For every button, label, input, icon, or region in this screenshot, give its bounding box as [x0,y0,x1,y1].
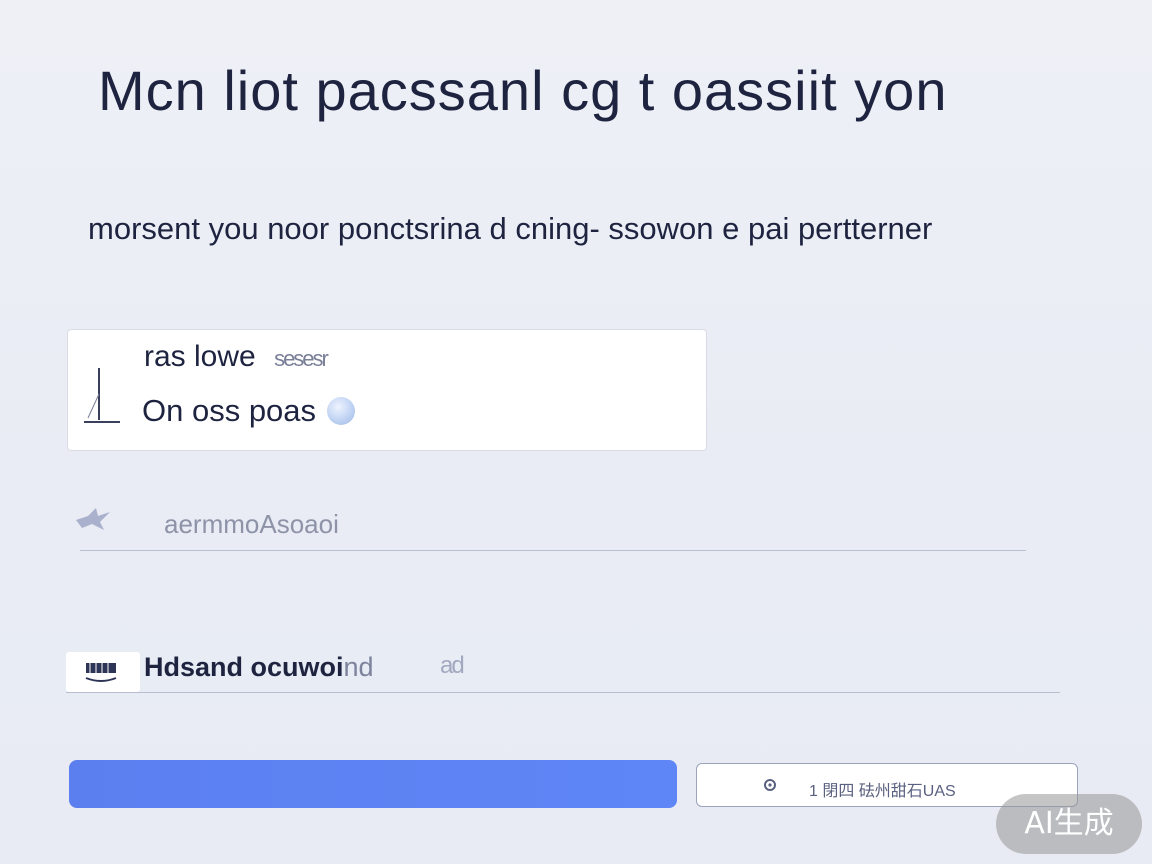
primary-action-button[interactable] [69,760,677,808]
gear-icon [764,779,776,791]
ai-generated-watermark: AI生成 [996,794,1142,854]
card-line-primary-faded: sesesr [274,346,329,371]
option-card[interactable]: ras lowe sesesr On oss poas [67,329,707,451]
card-line-primary: ras lowe sesesr [144,340,329,374]
page-subtitle: morsent you noor ponctsrina d cning- sso… [88,211,933,246]
bird-icon [76,508,110,530]
card-line-secondary-label: On oss poas [142,393,317,428]
secondary-field-extra: ad [440,652,465,679]
secondary-field-value: Hdsand ocuwoind [144,652,374,683]
page-title: Mcn liot pacssanl cg t oassiit yon [98,59,948,122]
secondary-field-label: Hdsand ocuwoi [144,652,344,682]
sphere-icon [326,397,355,425]
secondary-field-label-tail: nd [343,652,374,682]
keyboard-icon [85,663,117,682]
text-field-primary[interactable] [76,500,1026,551]
keyboard-icon-box [66,652,140,692]
card-line-secondary: On oss poas [142,393,355,429]
card-line-primary-label: ras lowe [144,340,256,373]
primary-input[interactable] [162,508,866,541]
secondary-action-label: 1 閉四 砝州甜石UAS [809,783,956,800]
text-field-secondary[interactable]: Hdsand ocuwoind ad [66,642,1060,693]
stand-icon [84,368,120,423]
